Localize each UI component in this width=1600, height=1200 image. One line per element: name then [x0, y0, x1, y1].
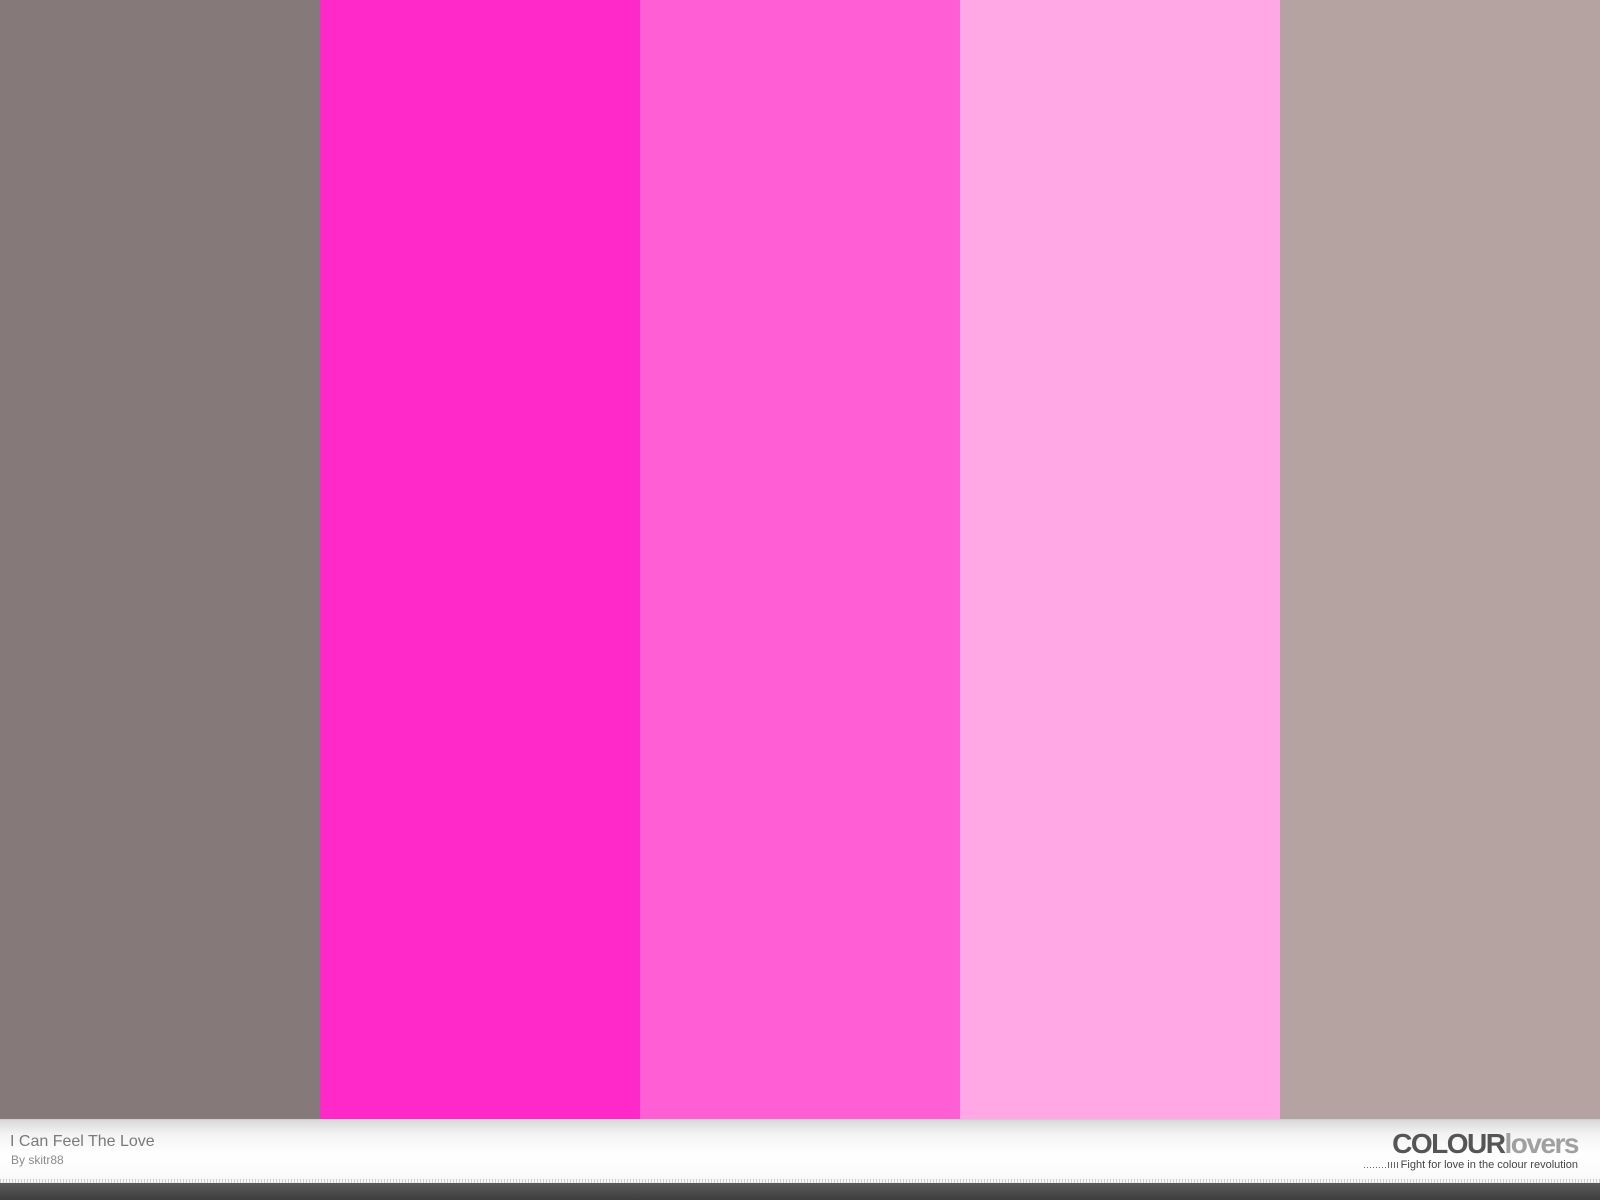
color-swatch-3 — [640, 0, 960, 1119]
palette-author: By skitr88 — [11, 1153, 64, 1167]
logo-tagline-row: Fight for love in the colour revolution — [1363, 1159, 1578, 1171]
colourlovers-logo[interactable]: COLOURlovers Fight for love in the colou… — [1363, 1128, 1580, 1171]
bottom-bar — [0, 1183, 1600, 1200]
color-swatch-4 — [960, 0, 1280, 1119]
color-swatch-2 — [320, 0, 640, 1119]
logo-wordmark: COLOURlovers — [1364, 1128, 1580, 1159]
logo-tagline: Fight for love in the colour revolution — [1400, 1159, 1578, 1171]
palette-page: I Can Feel The Love By skitr88 COLOURlov… — [0, 0, 1600, 1200]
logo-strong-text: COLOUR — [1392, 1128, 1506, 1159]
palette-footer: I Can Feel The Love By skitr88 COLOURlov… — [0, 1119, 1600, 1183]
dotted-line-icon — [1363, 1162, 1398, 1168]
palette-swatches — [0, 0, 1600, 1119]
palette-title: I Can Feel The Love — [10, 1133, 155, 1150]
color-swatch-5 — [1280, 0, 1600, 1119]
logo-light-text: lovers — [1504, 1128, 1580, 1159]
color-swatch-1 — [0, 0, 320, 1119]
